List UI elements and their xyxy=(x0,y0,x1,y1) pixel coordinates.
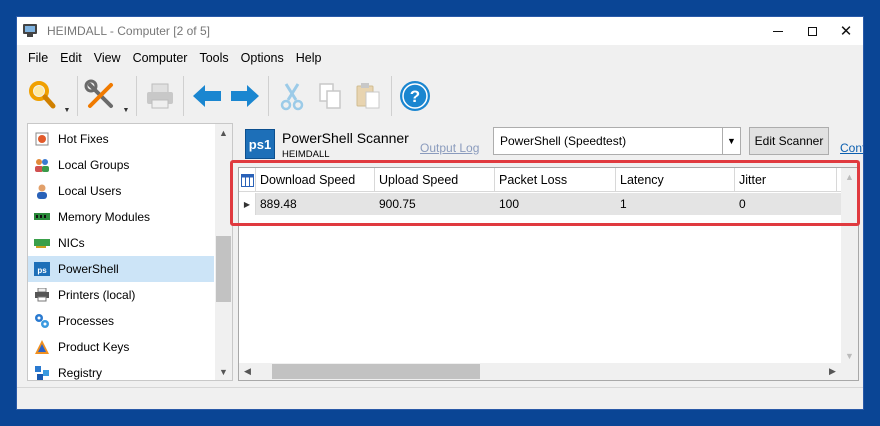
sidebar-item-label: Registry xyxy=(58,366,103,380)
forward-arrow-icon xyxy=(231,85,259,107)
sidebar-item-registry[interactable]: Registry xyxy=(28,360,214,380)
back-arrow-icon xyxy=(193,85,221,107)
forward-button[interactable] xyxy=(226,76,264,116)
tools-dropdown-icon[interactable]: ▼ xyxy=(120,78,132,114)
tools-button[interactable] xyxy=(82,76,120,116)
minimize-button[interactable] xyxy=(761,17,795,45)
back-button[interactable] xyxy=(188,76,226,116)
help-icon: ? xyxy=(400,81,430,111)
help-button[interactable]: ? xyxy=(396,76,434,116)
menu-computer[interactable]: Computer xyxy=(127,51,194,65)
search-button[interactable] xyxy=(23,76,61,116)
key-icon xyxy=(34,339,50,355)
scanner-title: PowerShell Scanner xyxy=(282,130,409,146)
sidebar-item-hot-fixes[interactable]: Hot Fixes xyxy=(28,126,214,152)
sidebar-item-label: Hot Fixes xyxy=(58,132,109,146)
sidebar-item-label: Local Users xyxy=(58,184,122,198)
close-icon: ✕ xyxy=(839,23,853,40)
grid-horizontal-scrollbar[interactable]: ◀ ▶ xyxy=(239,363,841,380)
toolbar-separator xyxy=(391,76,392,116)
chevron-down-icon[interactable]: ▼ xyxy=(722,128,740,154)
menu-view[interactable]: View xyxy=(88,51,127,65)
sidebar-item-local-users[interactable]: Local Users xyxy=(28,178,214,204)
scroll-up-icon[interactable]: ▲ xyxy=(215,124,232,141)
scrollbar-thumb[interactable] xyxy=(272,364,480,379)
sidebar-item-label: Product Keys xyxy=(58,340,130,354)
process-icon xyxy=(34,313,50,329)
menu-help[interactable]: Help xyxy=(290,51,328,65)
registry-icon xyxy=(34,365,50,380)
hotfix-icon xyxy=(34,131,50,147)
sidebar-item-label: Processes xyxy=(58,314,115,328)
menu-bar: File Edit View Computer Tools Options He… xyxy=(17,47,327,69)
print-button[interactable] xyxy=(141,76,179,116)
script-select-value: PowerShell (Speedtest) xyxy=(500,134,627,148)
highlight-box xyxy=(230,160,860,226)
menu-file[interactable]: File xyxy=(17,51,54,65)
sidebar-item-label: PowerShell xyxy=(58,262,119,276)
menu-options[interactable]: Options xyxy=(235,51,290,65)
scrollbar-corner xyxy=(841,363,858,380)
toolbar-separator xyxy=(77,76,78,116)
sidebar-item-product-keys[interactable]: Product Keys xyxy=(28,334,214,360)
sidebar-item-powershell[interactable]: ps PowerShell xyxy=(28,256,214,282)
toolbar-separator xyxy=(136,76,137,116)
sidebar-item-label: Local Groups xyxy=(58,158,130,172)
sidebar-item-label: Printers (local) xyxy=(58,288,136,302)
search-icon xyxy=(29,81,56,109)
script-select[interactable]: PowerShell (Speedtest) ▼ xyxy=(493,127,741,155)
window-title: HEIMDALL - Computer [2 of 5] xyxy=(47,24,210,38)
toolbar-separator xyxy=(183,76,184,116)
memory-icon xyxy=(34,209,50,225)
output-log-link[interactable]: Output Log xyxy=(420,141,479,155)
computer-icon xyxy=(23,24,37,38)
scroll-right-icon[interactable]: ▶ xyxy=(824,363,841,380)
scroll-down-icon[interactable]: ▼ xyxy=(215,363,232,380)
copy-icon xyxy=(319,83,341,109)
svg-text:?: ? xyxy=(410,87,420,106)
user-icon xyxy=(34,183,50,199)
group-icon xyxy=(34,157,50,173)
copy-button[interactable] xyxy=(311,76,349,116)
powershell-icon: ps xyxy=(34,261,50,277)
maximize-button[interactable] xyxy=(795,17,829,45)
scrollbar-thumb[interactable] xyxy=(216,236,231,302)
cut-button[interactable] xyxy=(273,76,311,116)
sidebar-item-label: Memory Modules xyxy=(58,210,151,224)
menu-edit[interactable]: Edit xyxy=(54,51,88,65)
toolbar: ▼ ▼ ? xyxy=(17,73,863,119)
sidebar-item-printers[interactable]: Printers (local) xyxy=(28,282,214,308)
printer-icon xyxy=(34,287,50,303)
tools-icon xyxy=(84,79,113,108)
paste-icon xyxy=(356,83,380,109)
powershell-scanner-icon: ps1 xyxy=(245,129,275,159)
sidebar-item-memory-modules[interactable]: Memory Modules xyxy=(28,204,214,230)
configure-link[interactable]: Configure xyxy=(840,141,863,155)
menu-tools[interactable]: Tools xyxy=(193,51,234,65)
scroll-down-icon[interactable]: ▼ xyxy=(841,347,858,364)
print-icon xyxy=(147,83,173,109)
sidebar-item-label: NICs xyxy=(58,236,85,250)
close-button[interactable]: ✕ xyxy=(829,17,863,45)
search-dropdown-icon[interactable]: ▼ xyxy=(61,78,73,114)
toolbar-separator xyxy=(268,76,269,116)
edit-scanner-button[interactable]: Edit Scanner xyxy=(749,127,829,155)
scroll-left-icon[interactable]: ◀ xyxy=(239,363,256,380)
sidebar-item-local-groups[interactable]: Local Groups xyxy=(28,152,214,178)
sidebar-item-nics[interactable]: NICs xyxy=(28,230,214,256)
sidebar-item-processes[interactable]: Processes xyxy=(28,308,214,334)
scanner-subtitle: HEIMDALL xyxy=(282,149,330,160)
status-bar xyxy=(17,387,863,409)
paste-button[interactable] xyxy=(349,76,387,116)
cut-icon xyxy=(280,83,304,111)
scanner-list: Hot Fixes Local Groups Local Users Memor… xyxy=(27,123,233,381)
title-bar: HEIMDALL - Computer [2 of 5] ✕ xyxy=(17,17,863,45)
nic-icon xyxy=(34,235,50,251)
svg-text:ps: ps xyxy=(37,266,47,275)
